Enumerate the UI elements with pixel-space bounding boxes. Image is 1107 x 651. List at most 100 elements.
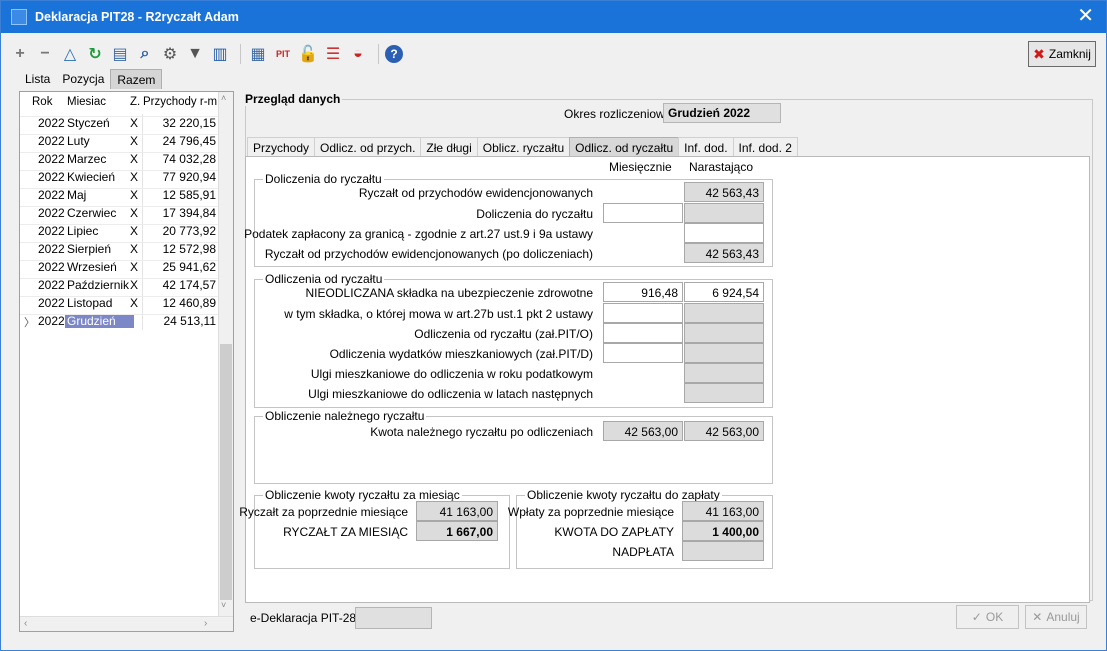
stack-icon[interactable]: ☰ [322, 43, 344, 65]
tab-lista[interactable]: Lista [19, 69, 56, 89]
tab-razem[interactable]: Razem [110, 69, 163, 89]
col-rok[interactable]: Rok [32, 96, 52, 108]
cell-miesiac: Marzec [67, 152, 107, 166]
tab-pozycja[interactable]: Pozycja [56, 69, 110, 89]
skladka-label: NIEODLICZANA składka na ubezpieczenie zd… [305, 286, 593, 300]
refresh-icon[interactable]: ↻ [84, 43, 106, 65]
plus-icon[interactable]: + [9, 43, 31, 65]
cell-rok: 2022 [38, 152, 65, 166]
podatek-granica-field[interactable] [684, 223, 764, 243]
cancel-icon: ✕ [1032, 610, 1043, 624]
edeklaracja-label: e-Deklaracja PIT-28 [250, 611, 357, 625]
scroll-down-icon[interactable]: ˅ [221, 600, 226, 610]
tab-inf-dod[interactable]: Inf. dod. [678, 137, 734, 157]
cell-z: X [130, 188, 139, 202]
scroll-right-icon[interactable]: › [204, 618, 207, 629]
help-icon[interactable]: ? [385, 45, 403, 63]
kwota-do-zaplaty-field: 1 400,00 [682, 521, 764, 541]
tab-przychody[interactable]: Przychody [247, 137, 316, 157]
cell-przychody: 20 773,92 [162, 224, 216, 238]
ryczalt-poprz-label: Ryczałt za poprzednie miesiące [239, 505, 408, 519]
skladka-mon-field[interactable]: 916,48 [603, 282, 683, 302]
okres-field: Grudzień 2022 [663, 103, 781, 123]
list-item[interactable]: 2022 Kwiecień X 77 920,94 [20, 168, 218, 186]
list-item[interactable]: 2022 Czerwiec X 17 394,84 [20, 204, 218, 222]
scroll-left-icon[interactable]: ‹ [24, 618, 27, 629]
triangle-icon[interactable]: △ [59, 43, 81, 65]
pit-o-mon-field[interactable] [603, 323, 683, 343]
wplaty-poprz-label: Wpłaty za poprzednie miesiące [507, 505, 674, 519]
cell-przychody: 74 032,28 [162, 152, 216, 166]
col-z[interactable]: Z. [130, 96, 140, 108]
row-line [20, 134, 218, 135]
tab-inf-dod-2[interactable]: Inf. dod. 2 [732, 137, 798, 157]
list-item[interactable]: 2022 Wrzesień X 25 941,62 [20, 258, 218, 276]
pit-icon[interactable]: PIT [272, 43, 294, 65]
edeklaracja-field[interactable] [355, 607, 432, 629]
row-line [20, 242, 218, 243]
list-item[interactable]: 2022 Październik X 42 174,57 [20, 276, 218, 294]
anuluj-button[interactable]: ✕ Anuluj [1025, 605, 1087, 629]
doliczenia-mon-field[interactable] [603, 203, 683, 223]
tab-zle-dlugi[interactable]: Złe długi [420, 137, 478, 157]
cell-miesiac: Czerwiec [67, 206, 117, 220]
tab-odlicz-od-przych[interactable]: Odlicz. od przych. [314, 137, 422, 157]
przeglad-title: Przegląd danych [243, 92, 343, 106]
cell-miesiac: Styczeń [67, 116, 110, 130]
close-window-icon[interactable]: ✕ [1077, 5, 1094, 27]
minus-icon[interactable]: − [34, 43, 56, 65]
zamknij-button[interactable]: ✖ Zamknij [1028, 41, 1096, 67]
ulgi-rok-label: Ulgi mieszkaniowe do odliczenia w roku p… [310, 367, 593, 381]
pit-d-mon-field[interactable] [603, 343, 683, 363]
scroll-up-icon[interactable]: ˄ [221, 93, 226, 103]
col-przychody[interactable]: Przychody r-m [143, 96, 217, 108]
tab-oblicz-ryczaltu[interactable]: Oblicz. ryczałtu [476, 137, 571, 157]
list-item[interactable]: 2022 Listopad X 12 460,89 [20, 294, 218, 312]
cell-miesiac: Kwiecień [67, 170, 116, 184]
pit-o-cum-field [684, 323, 764, 343]
title-bar: Deklaracja PIT28 - R2ryczałt Adam ✕ [1, 1, 1106, 33]
list-item[interactable]: 2022 Sierpień X 12 572,98 [20, 240, 218, 258]
doliczenia-label: Doliczenia do ryczałtu [476, 207, 593, 221]
list-item[interactable]: 2022 Lipiec X 20 773,92 [20, 222, 218, 240]
filter-icon[interactable]: ▼ [184, 43, 206, 65]
list-item[interactable]: 2022 Maj X 12 585,91 [20, 186, 218, 204]
col-miesiac[interactable]: Miesiac [67, 96, 106, 108]
send-icon[interactable]: ◒ [347, 43, 369, 65]
cell-przychody: 24 513,11 [163, 314, 217, 328]
list-item[interactable]: 2022 Styczeń X 32 220,15 [20, 114, 218, 132]
settings-icon[interactable]: ⚙ [159, 43, 181, 65]
app-window: Deklaracja PIT28 - R2ryczałt Adam ✕ + − … [0, 0, 1107, 651]
doliczenia-cum-field [684, 203, 764, 223]
col-cumulative: Narastająco [689, 160, 754, 174]
cell-z: X [130, 152, 139, 166]
unlock-icon[interactable]: 🔓 [297, 43, 319, 65]
months-list[interactable]: Rok Miesiac Z. Przychody r-m 2022 Stycze… [19, 91, 234, 632]
pit-o-label: Odliczenia od ryczałtu (zał.PIT/O) [414, 327, 593, 341]
skladka-cum-field[interactable]: 6 924,54 [684, 282, 764, 302]
close-icon: ✖ [1033, 45, 1045, 62]
toolbar-separator [378, 44, 379, 64]
row-line [20, 296, 218, 297]
horizontal-scrollbar[interactable]: ‹ › [20, 616, 233, 631]
ok-button[interactable]: ✓ OK [956, 605, 1019, 629]
list-item[interactable]: 2022 Luty X 24 796,45 [20, 132, 218, 150]
search-icon[interactable]: ⌕ [134, 43, 156, 65]
cell-z: X [130, 296, 139, 310]
print-icon[interactable]: ▤ [109, 43, 131, 65]
list-item-selected[interactable]: 〉 2022 Grudzień 24 513,11 [20, 312, 218, 330]
grid-icon[interactable]: ▦ [247, 43, 269, 65]
columns-icon[interactable]: ▥ [209, 43, 231, 65]
cell-przychody: 17 394,84 [162, 206, 216, 220]
cell-przychody: 24 796,45 [162, 134, 216, 148]
vertical-scrollbar[interactable]: ˄ ˅ [218, 92, 233, 616]
list-item[interactable]: 2022 Marzec X 74 032,28 [20, 150, 218, 168]
tab-odlicz-od-ryczaltu[interactable]: Odlicz. od ryczałtu [569, 137, 680, 157]
window-title: Deklaracja PIT28 - R2ryczałt Adam [35, 10, 239, 24]
row-line [20, 278, 218, 279]
skladka-27b-mon-field[interactable] [603, 303, 683, 323]
cell-rok: 2022 [38, 296, 65, 310]
cell-przychody: 42 174,57 [162, 278, 216, 292]
skladka-27b-cum-field [684, 303, 764, 323]
scroll-thumb[interactable] [220, 344, 232, 600]
